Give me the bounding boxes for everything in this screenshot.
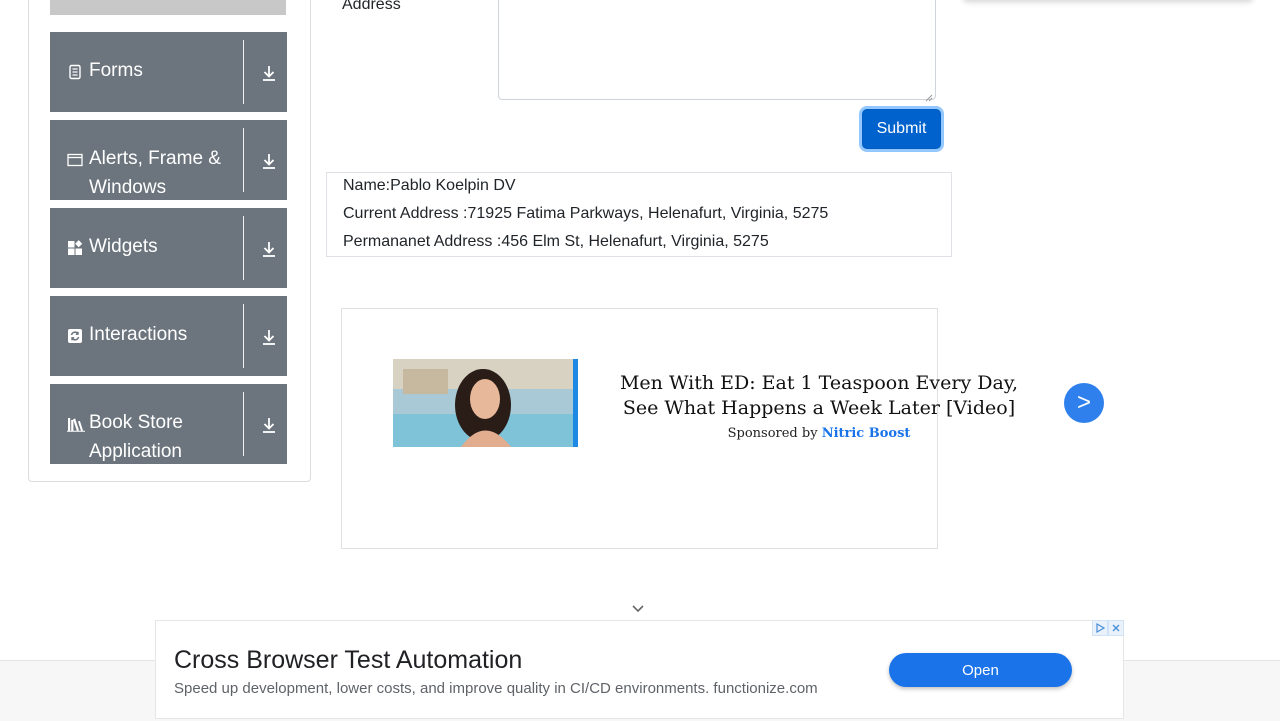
download-icon[interactable] xyxy=(260,240,278,258)
address-textarea[interactable] xyxy=(498,0,936,102)
ad-image[interactable] xyxy=(393,359,578,447)
ad-headline[interactable]: Men With ED: Eat 1 Teaspoon Every Day, S… xyxy=(600,371,1038,421)
divider xyxy=(243,40,244,104)
output-current-address: Current Address :71925 Fatima Parkways, … xyxy=(343,205,829,222)
download-icon[interactable] xyxy=(260,328,278,346)
sidebar-group-widgets[interactable]: Widgets xyxy=(50,208,287,288)
divider xyxy=(243,128,244,192)
output-panel: Name:Pablo Koelpin DV Current Address :7… xyxy=(326,172,952,257)
window-icon xyxy=(67,152,83,168)
download-icon[interactable] xyxy=(260,152,278,170)
download-icon[interactable] xyxy=(260,64,278,82)
sidebar-group-alerts[interactable]: Alerts, Frame & Windows xyxy=(50,120,287,200)
sidebar-group-label: Widgets xyxy=(89,236,158,257)
sidebar-scroll-remnant xyxy=(50,0,286,15)
output-permanent-address: Permananet Address :456 Elm St, Helenafu… xyxy=(343,233,769,250)
sidebar-group-forms[interactable]: Forms xyxy=(50,32,287,112)
ad-next-button[interactable]: > xyxy=(1064,383,1104,423)
sidebar-group-interactions[interactable]: Interactions xyxy=(50,296,287,376)
adchoices[interactable] xyxy=(1092,620,1125,636)
refresh-icon xyxy=(67,328,83,344)
close-icon[interactable] xyxy=(1108,620,1124,636)
sidebar-group-book-store[interactable]: Book Store Application xyxy=(50,384,287,464)
sponsor-brand[interactable]: Nitric Boost xyxy=(822,426,911,441)
address-label: Address xyxy=(342,0,401,13)
divider xyxy=(243,304,244,368)
sponsor-prefix: Sponsored by xyxy=(727,426,818,441)
output-name: Name:Pablo Koelpin DV xyxy=(343,177,516,194)
resize-grip-icon[interactable] xyxy=(925,89,933,102)
sidebar-group-label: Book Store Application xyxy=(89,412,183,462)
divider xyxy=(243,216,244,280)
adchoices-icon[interactable] xyxy=(1092,620,1108,636)
banner-ad-title[interactable]: Cross Browser Test Automation xyxy=(174,645,522,675)
bottom-banner-ad[interactable]: Cross Browser Test Automation Speed up d… xyxy=(155,620,1124,719)
document-icon xyxy=(67,64,83,80)
sidebar-group-label: Forms xyxy=(89,60,143,81)
submit-button[interactable]: Submit xyxy=(862,109,941,149)
sidebar-group-label: Alerts, Frame & Windows xyxy=(89,148,221,198)
sidebar-group-label: Interactions xyxy=(89,324,188,345)
divider xyxy=(243,392,244,456)
banner-ad-open-button[interactable]: Open xyxy=(889,653,1072,687)
banner-ad-description: Speed up development, lower costs, and i… xyxy=(174,680,818,697)
ad-sponsor: Sponsored by Nitric Boost xyxy=(600,425,1038,442)
books-icon xyxy=(67,416,85,432)
chevron-down-icon[interactable] xyxy=(630,602,646,614)
download-icon[interactable] xyxy=(260,416,278,434)
widgets-icon xyxy=(67,240,83,256)
